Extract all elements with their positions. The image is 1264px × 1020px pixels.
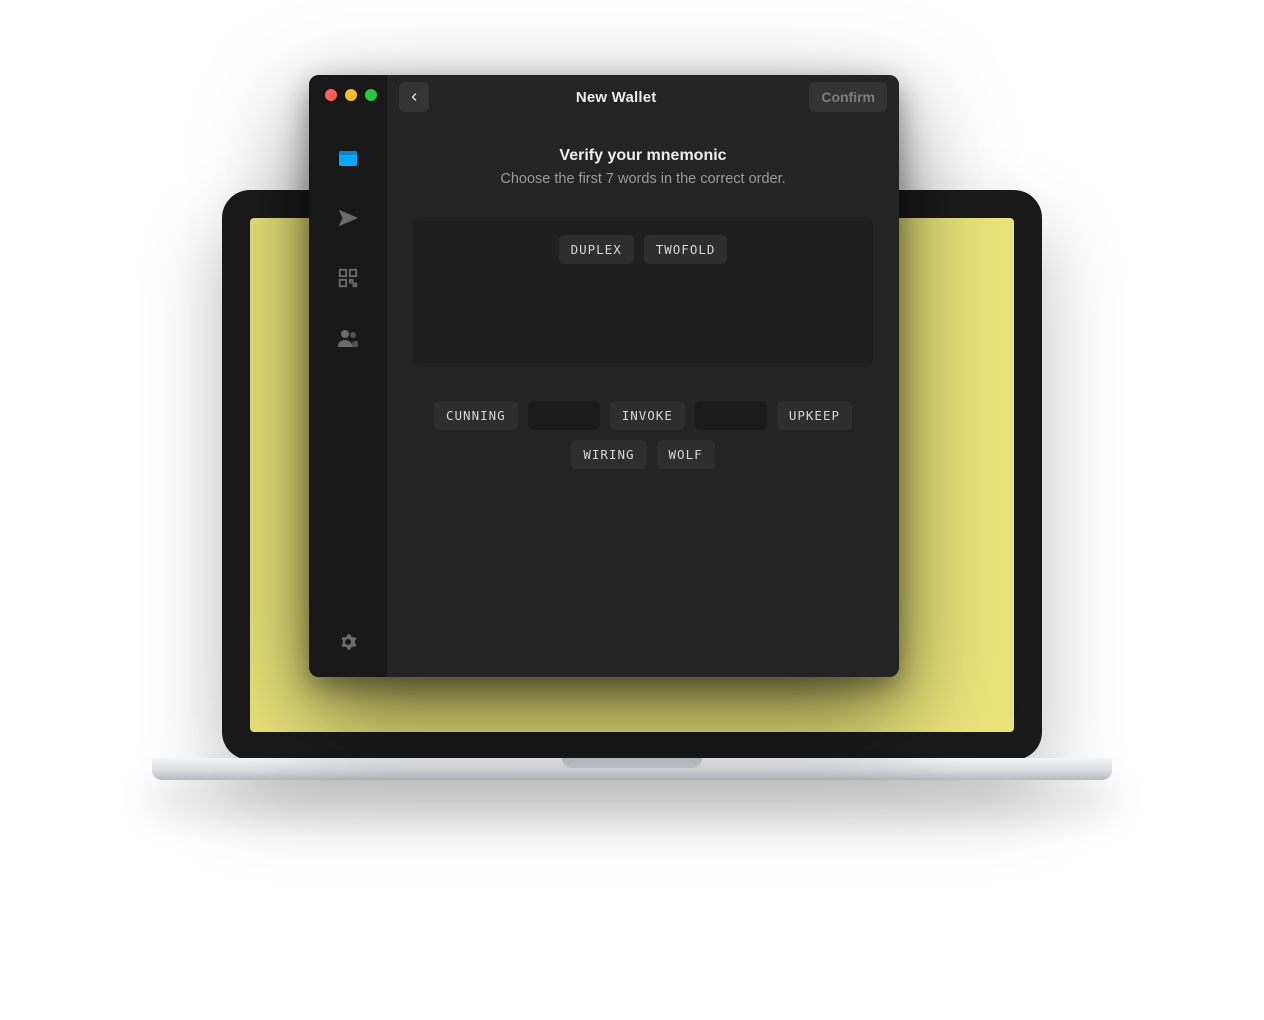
pool-word-chip[interactable]: WIRING bbox=[571, 440, 646, 469]
pool-empty-slot[interactable] bbox=[528, 401, 600, 430]
selected-word-chip[interactable]: DUPLEX bbox=[559, 235, 634, 264]
contacts-icon bbox=[336, 326, 360, 350]
wallet-icon bbox=[336, 146, 360, 170]
main-panel: New Wallet Confirm Verify your mnemonic … bbox=[387, 75, 899, 677]
subheading: Choose the first 7 words in the correct … bbox=[500, 171, 785, 187]
pool-empty-slot[interactable] bbox=[695, 401, 767, 430]
chevron-left-icon bbox=[408, 91, 420, 103]
page-title: New Wallet bbox=[431, 89, 801, 106]
pool-word-chip[interactable]: INVOKE bbox=[610, 401, 685, 430]
minimize-window-button[interactable] bbox=[345, 89, 357, 101]
laptop-base bbox=[152, 758, 1112, 780]
back-button[interactable] bbox=[399, 82, 429, 112]
gear-icon bbox=[339, 633, 357, 651]
selected-words-area: DUPLEX TWOFOLD bbox=[413, 217, 873, 367]
sidebar-item-wallet[interactable] bbox=[335, 145, 361, 171]
word-pool-row: CUNNING INVOKE UPKEEP bbox=[413, 401, 873, 430]
pool-word-chip[interactable]: WOLF bbox=[657, 440, 715, 469]
confirm-button[interactable]: Confirm bbox=[809, 82, 887, 112]
sidebar-item-receive[interactable] bbox=[335, 265, 361, 291]
laptop-trackpad-notch bbox=[562, 758, 702, 768]
content-area: Verify your mnemonic Choose the first 7 … bbox=[387, 119, 899, 489]
window-controls bbox=[325, 89, 377, 101]
send-icon bbox=[337, 207, 359, 229]
sidebar-item-send[interactable] bbox=[335, 205, 361, 231]
heading: Verify your mnemonic bbox=[559, 147, 726, 165]
word-pool-row: WIRING WOLF bbox=[413, 440, 873, 469]
pool-word-chip[interactable]: CUNNING bbox=[434, 401, 518, 430]
app-window: New Wallet Confirm Verify your mnemonic … bbox=[309, 75, 899, 677]
sidebar-item-contacts[interactable] bbox=[335, 325, 361, 351]
topbar: New Wallet Confirm bbox=[387, 75, 899, 119]
maximize-window-button[interactable] bbox=[365, 89, 377, 101]
close-window-button[interactable] bbox=[325, 89, 337, 101]
qr-icon bbox=[337, 267, 359, 289]
sidebar bbox=[309, 75, 387, 677]
sidebar-item-settings[interactable] bbox=[335, 629, 361, 655]
selected-word-chip[interactable]: TWOFOLD bbox=[644, 235, 728, 264]
pool-word-chip[interactable]: UPKEEP bbox=[777, 401, 852, 430]
